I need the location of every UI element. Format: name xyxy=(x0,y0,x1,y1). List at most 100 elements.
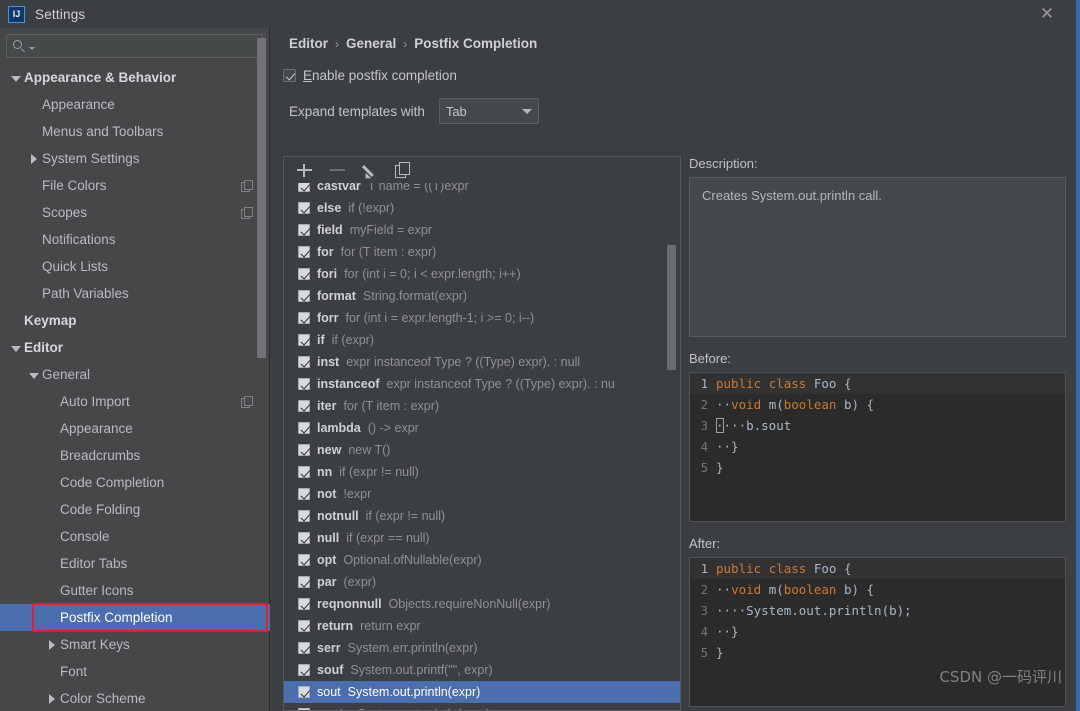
sidebar-item-notifications[interactable]: Notifications xyxy=(0,226,270,253)
sidebar-item-color-scheme[interactable]: Color Scheme xyxy=(0,685,270,711)
sidebar-item-gutter-icons[interactable]: Gutter Icons xyxy=(0,577,270,604)
template-row[interactable]: field myField = expr xyxy=(284,219,680,241)
close-icon[interactable]: ✕ xyxy=(1036,3,1058,25)
template-row[interactable]: else if (!expr) xyxy=(284,197,680,219)
sidebar-item-keymap[interactable]: Keymap xyxy=(0,307,270,334)
chevron-right-icon[interactable] xyxy=(46,639,58,651)
search-box[interactable] xyxy=(6,34,263,58)
template-checkbox[interactable] xyxy=(298,444,310,456)
template-checkbox[interactable] xyxy=(298,290,310,302)
template-checkbox[interactable] xyxy=(298,224,310,236)
expand-templates-select[interactable]: Tab xyxy=(438,98,539,124)
template-checkbox[interactable] xyxy=(298,664,310,676)
template-row[interactable]: castvar T name = ((T)expr xyxy=(284,183,680,197)
template-checkbox[interactable] xyxy=(298,686,310,698)
template-row[interactable]: soutv System.out.println(expr) xyxy=(284,703,680,710)
template-checkbox[interactable] xyxy=(298,268,310,280)
chevron-right-icon[interactable] xyxy=(28,153,40,165)
sidebar-item-editor[interactable]: Editor xyxy=(0,334,270,361)
template-row[interactable]: if if (expr) xyxy=(284,329,680,351)
template-row[interactable]: nn if (expr != null) xyxy=(284,461,680,483)
expand-templates-value: Tab xyxy=(445,103,467,119)
sidebar-scrollbar-thumb[interactable] xyxy=(257,38,266,358)
sidebar-item-auto-import[interactable]: Auto Import xyxy=(0,388,270,415)
template-checkbox[interactable] xyxy=(298,378,310,390)
sidebar-scrollbar[interactable] xyxy=(257,32,266,707)
template-row[interactable]: forr for (int i = expr.length-1; i >= 0; … xyxy=(284,307,680,329)
templates-list[interactable]: castvar T name = ((T)expr else if (!expr) fi… xyxy=(284,183,680,710)
template-row[interactable]: format String.format(expr) xyxy=(284,285,680,307)
breadcrumb-item[interactable]: General xyxy=(346,36,396,51)
template-checkbox[interactable] xyxy=(298,488,310,500)
chevron-down-icon[interactable] xyxy=(28,369,40,381)
template-description: String.format(expr) xyxy=(362,289,468,303)
sidebar-item-breadcrumbs[interactable]: Breadcrumbs xyxy=(0,442,270,469)
template-checkbox[interactable] xyxy=(298,708,310,710)
template-checkbox[interactable] xyxy=(298,183,310,192)
template-checkbox[interactable] xyxy=(298,334,310,346)
template-checkbox[interactable] xyxy=(298,356,310,368)
template-row[interactable]: opt Optional.ofNullable(expr) xyxy=(284,549,680,571)
template-checkbox[interactable] xyxy=(298,400,310,412)
chevron-down-icon[interactable] xyxy=(10,72,22,84)
template-row[interactable]: lambda () -> expr xyxy=(284,417,680,439)
template-checkbox[interactable] xyxy=(298,620,310,632)
sidebar-item-appearance[interactable]: Appearance xyxy=(0,415,270,442)
template-row[interactable]: serr System.err.println(expr) xyxy=(284,637,680,659)
sidebar-item-path-variables[interactable]: Path Variables xyxy=(0,280,270,307)
line-number: 1 xyxy=(700,561,708,576)
template-row[interactable]: inst expr instanceof Type ? ((Type) expr)… xyxy=(284,351,680,373)
template-checkbox[interactable] xyxy=(298,598,310,610)
template-row[interactable]: notnull if (expr != null) xyxy=(284,505,680,527)
template-row[interactable]: fori for (int i = 0; i < expr.length; i++… xyxy=(284,263,680,285)
search-input[interactable] xyxy=(35,39,262,53)
sidebar-item-appearance[interactable]: Appearance xyxy=(0,91,270,118)
sidebar-item-appearance-behavior[interactable]: Appearance & Behavior xyxy=(0,64,270,91)
template-checkbox[interactable] xyxy=(298,510,310,522)
template-checkbox[interactable] xyxy=(298,554,310,566)
templates-scrollbar-thumb[interactable] xyxy=(667,245,676,370)
sidebar-item-scopes[interactable]: Scopes xyxy=(0,199,270,226)
template-checkbox[interactable] xyxy=(298,422,310,434)
template-row[interactable]: null if (expr == null) xyxy=(284,527,680,549)
sidebar-item-general[interactable]: General xyxy=(0,361,270,388)
template-row[interactable]: reqnonnull Objects.requireNonNull(expr) xyxy=(284,593,680,615)
breadcrumb-item[interactable]: Editor xyxy=(289,36,328,51)
sidebar-item-system-settings[interactable]: System Settings xyxy=(0,145,270,172)
duplicate-template-button[interactable] xyxy=(395,161,412,179)
template-checkbox[interactable] xyxy=(298,576,310,588)
sidebar-item-quick-lists[interactable]: Quick Lists xyxy=(0,253,270,280)
settings-dialog: IJ Settings ✕ Appearance & Behavior Appea… xyxy=(0,0,1080,711)
template-row[interactable]: par (expr) xyxy=(284,571,680,593)
enable-postfix-checkbox[interactable] xyxy=(283,69,296,82)
chevron-right-icon[interactable] xyxy=(46,693,58,705)
template-row[interactable]: return return expr xyxy=(284,615,680,637)
template-checkbox[interactable] xyxy=(298,466,310,478)
sidebar-item-code-folding[interactable]: Code Folding xyxy=(0,496,270,523)
sidebar-item-smart-keys[interactable]: Smart Keys xyxy=(0,631,270,658)
template-row[interactable]: for for (T item : expr) xyxy=(284,241,680,263)
sidebar-item-file-colors[interactable]: File Colors xyxy=(0,172,270,199)
template-row[interactable]: new new T() xyxy=(284,439,680,461)
settings-tree[interactable]: Appearance & Behavior Appearance Menus and… xyxy=(0,64,270,711)
template-checkbox[interactable] xyxy=(298,246,310,258)
template-row[interactable]: iter for (T item : expr) xyxy=(284,395,680,417)
template-row[interactable]: sout System.out.println(expr) xyxy=(284,681,680,703)
add-template-button[interactable] xyxy=(296,162,313,179)
sidebar-item-postfix-completion[interactable]: Postfix Completion xyxy=(0,604,270,631)
sidebar-item-font[interactable]: Font xyxy=(0,658,270,685)
remove-template-button[interactable] xyxy=(329,162,346,179)
template-checkbox[interactable] xyxy=(298,312,310,324)
template-row[interactable]: instanceof expr instanceof Type ? ((Type)… xyxy=(284,373,680,395)
sidebar-item-console[interactable]: Console xyxy=(0,523,270,550)
template-checkbox[interactable] xyxy=(298,202,310,214)
template-checkbox[interactable] xyxy=(298,642,310,654)
sidebar-item-code-completion[interactable]: Code Completion xyxy=(0,469,270,496)
edit-template-button[interactable] xyxy=(362,162,379,179)
template-row[interactable]: souf System.out.printf("", expr) xyxy=(284,659,680,681)
template-checkbox[interactable] xyxy=(298,532,310,544)
chevron-down-icon[interactable] xyxy=(10,342,22,354)
sidebar-item-menus-and-toolbars[interactable]: Menus and Toolbars xyxy=(0,118,270,145)
template-row[interactable]: not !expr xyxy=(284,483,680,505)
sidebar-item-editor-tabs[interactable]: Editor Tabs xyxy=(0,550,270,577)
